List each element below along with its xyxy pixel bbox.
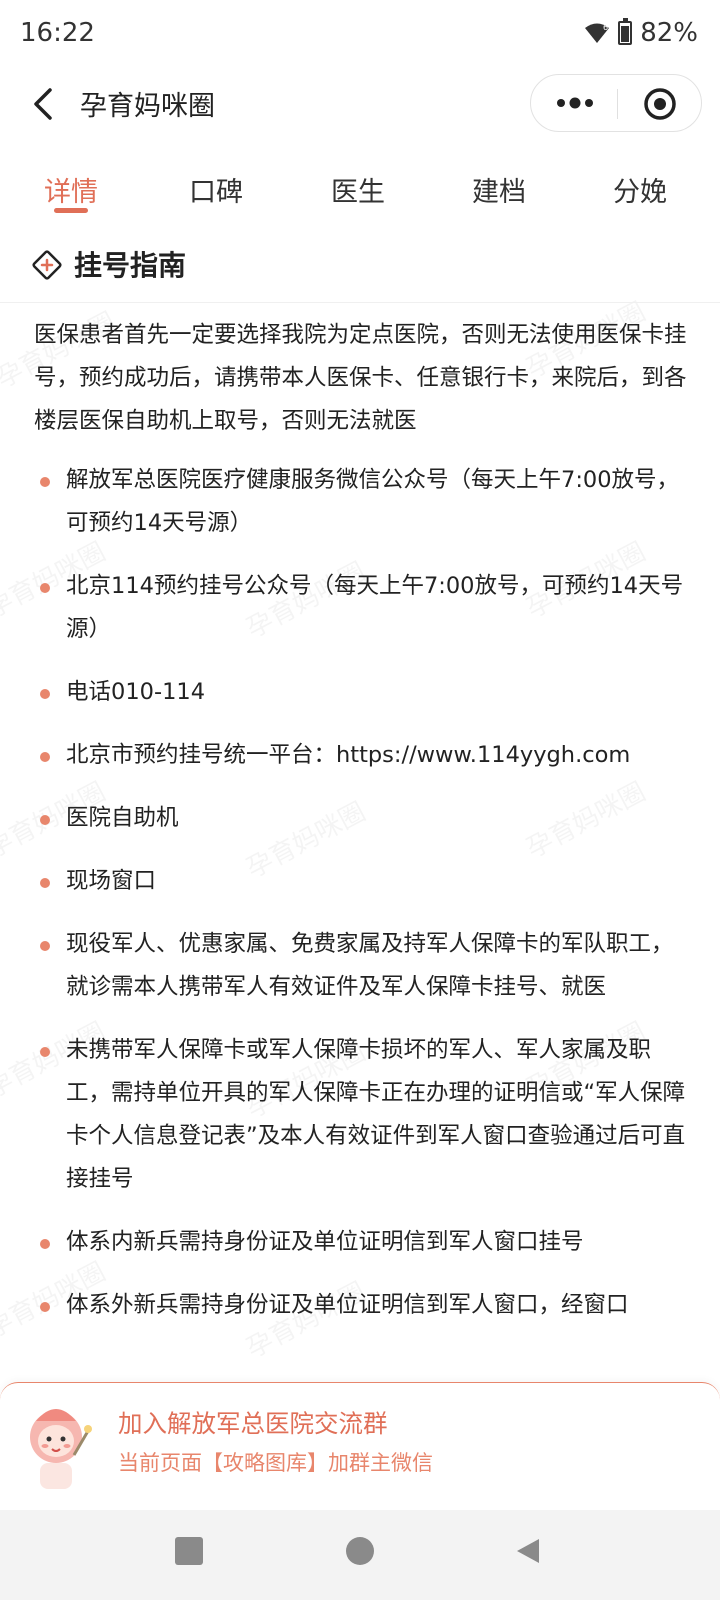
promo-title: 加入解放军总医院交流群 [118,1409,388,1438]
bullet-dot [40,815,50,825]
list-item-text: 北京市预约挂号统一平台：https://www.114yygh.com [66,742,631,768]
battery-level: 82% [640,18,698,48]
list-item: 解放军总医院医疗健康服务微信公众号（每天上午7:00放号，可预约14天号源） [34,459,694,545]
list-item: 北京114预约挂号公众号（每天上午7:00放号，可预约14天号源） [34,565,694,651]
list-item: 体系内新兵需持身份证及单位证明信到军人窗口挂号 [34,1221,694,1264]
battery-icon [618,18,633,45]
nav-bar: 孕育妈咪圈 [0,70,720,136]
status-time: 16:22 [20,18,95,48]
list-item-text: 体系内新兵需持身份证及单位证明信到军人窗口挂号 [66,1229,584,1255]
tab-doctors[interactable]: 医生 [331,170,385,209]
list-item-text: 现役军人、优惠家属、免费家属及持军人保障卡的军队职工，就诊需本人携带军人有效证件… [66,931,674,1000]
medical-cross-icon [32,250,62,280]
mini-program-capsule [530,74,702,132]
tab-reviews[interactable]: 口碑 [189,170,243,209]
wifi-icon: 6 [585,23,610,43]
bullet-dot [40,477,50,487]
bullet-dot [40,583,50,593]
bullet-dot [40,689,50,699]
list-item-text: 医院自助机 [66,805,179,831]
bullet-dot [40,941,50,951]
join-group-banner[interactable]: 加入解放军总医院交流群 当前页面【攻略图库】加群主微信 [0,1382,720,1510]
tab-details[interactable]: 详情 [44,170,98,209]
list-item-text: 现场窗口 [66,868,157,894]
list-item: 现役军人、优惠家属、免费家属及持军人保障卡的军队职工，就诊需本人携带军人有效证件… [34,923,694,1009]
status-bar: 16:22 6 82% [0,0,720,68]
bullet-dot [40,1239,50,1249]
status-icons: 6 82% [584,18,698,48]
bullet-dot [40,878,50,888]
page-title: 孕育妈咪圈 [80,91,215,122]
list-item: 电话010-114 [34,671,694,714]
divider [0,302,720,303]
registration-guide-content: 医保患者首先一定要选择我院为定点医院，否则无法使用医保卡挂号，预约成功后，请携带… [34,314,694,1347]
list-item-text: 电话010-114 [66,679,206,705]
home-icon[interactable] [346,1537,374,1565]
capsule-divider [617,89,618,119]
tab-delivery[interactable]: 分娩 [613,170,667,209]
list-item: 医院自助机 [34,797,694,840]
promo-subtitle: 当前页面【攻略图库】加群主微信 [118,1451,433,1475]
more-icon[interactable] [555,97,595,109]
recent-apps-icon[interactable] [175,1537,203,1565]
section-title: 挂号指南 [74,249,187,282]
bullet-dot [40,1302,50,1312]
close-miniprogram-icon[interactable] [643,87,677,121]
list-item-text: 北京114预约挂号公众号（每天上午7:00放号，可预约14天号源） [66,573,684,642]
mascot-illustration [30,1409,92,1489]
screen: 孕育妈咪圈 孕育妈咪圈 孕育妈咪圈 孕育妈咪圈 孕育妈咪圈 孕育妈咪圈 孕育妈咪… [0,0,720,1600]
list-item-text: 体系外新兵需持身份证及单位证明信到军人窗口，经窗口 [66,1292,629,1318]
system-navigation-bar [0,1510,720,1600]
back-arrow-icon[interactable] [28,84,62,124]
tab-registration-file[interactable]: 建档 [472,170,526,209]
svg-text:6: 6 [603,23,608,32]
intro-paragraph: 医保患者首先一定要选择我院为定点医院，否则无法使用医保卡挂号，预约成功后，请携带… [34,322,687,434]
list-item: 现场窗口 [34,860,694,903]
bullet-dot [40,752,50,762]
list-item: 未携带军人保障卡或军人保障卡损坏的军人、军人家属及职工，需持单位开具的军人保障卡… [34,1029,694,1201]
tab-bar: 详情 口碑 医生 建档 分娩 [0,160,720,220]
bullet-dot [40,1047,50,1057]
list-item: 体系外新兵需持身份证及单位证明信到军人窗口，经窗口 [34,1284,694,1327]
section-header: 挂号指南 [0,240,720,300]
system-back-icon[interactable] [513,1536,543,1566]
list-item: 北京市预约挂号统一平台：https://www.114yygh.com [34,734,694,777]
list-item-text: 未携带军人保障卡或军人保障卡损坏的军人、军人家属及职工，需持单位开具的军人保障卡… [66,1037,686,1192]
list-item-text: 解放军总医院医疗健康服务微信公众号（每天上午7:00放号，可预约14天号源） [66,467,680,536]
active-tab-indicator [54,208,88,213]
